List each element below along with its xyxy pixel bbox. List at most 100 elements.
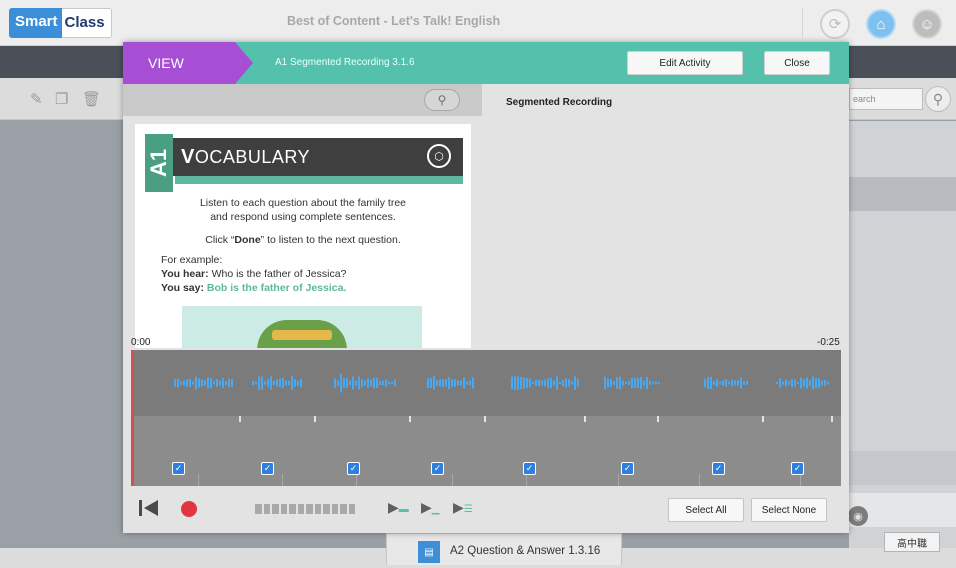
waveform-bar bbox=[794, 379, 796, 387]
pencil-icon[interactable]: ✎ bbox=[30, 90, 43, 108]
banner-stripe bbox=[175, 176, 463, 184]
wreath-ribbon bbox=[272, 330, 332, 340]
waveform-bar bbox=[737, 380, 739, 386]
background-circle-icon[interactable]: ◉ bbox=[848, 506, 868, 526]
waveform-bar bbox=[451, 379, 453, 387]
waveform-bar bbox=[818, 378, 820, 388]
bottom-activity-item[interactable]: ▤ A2 Question & Answer 1.3.16 bbox=[386, 533, 622, 565]
segment-checkbox[interactable]: ✓ bbox=[523, 462, 536, 475]
sync-icon[interactable]: ⟳ bbox=[820, 9, 850, 39]
waveform-bar bbox=[174, 379, 176, 387]
waveform-bar bbox=[574, 376, 576, 390]
waveform-bar bbox=[710, 376, 712, 390]
logo-class-text: Class bbox=[61, 8, 112, 38]
copy-icon[interactable]: ❐ bbox=[55, 90, 68, 108]
instruction-line: and respond using complete sentences. bbox=[210, 211, 396, 223]
waveform-bar bbox=[652, 381, 654, 385]
family-tree-image bbox=[182, 306, 422, 348]
waveform-bar bbox=[201, 379, 203, 387]
view-mode-tab[interactable]: VIEW bbox=[123, 42, 253, 84]
segment-boundary-tick[interactable] bbox=[762, 416, 764, 422]
select-all-button[interactable]: Select All bbox=[668, 498, 744, 522]
segment-boundary-tick[interactable] bbox=[831, 416, 833, 422]
edit-activity-button[interactable]: Edit Activity bbox=[627, 51, 743, 75]
user-icon[interactable]: ☺ bbox=[912, 9, 942, 39]
segment-boundary-tick[interactable] bbox=[409, 416, 411, 422]
waveform-bar bbox=[463, 377, 465, 389]
segment-checkbox[interactable]: ✓ bbox=[261, 462, 274, 475]
waveform-bar bbox=[198, 378, 200, 388]
zoom-icon[interactable]: ⚲ bbox=[424, 89, 460, 111]
waveform-bar bbox=[628, 381, 630, 385]
segment-boundary-tick[interactable] bbox=[314, 416, 316, 422]
waveform-bar bbox=[225, 381, 227, 385]
waveform-bar bbox=[788, 381, 790, 385]
say-label: You say: bbox=[161, 282, 204, 294]
waveform-bar bbox=[541, 380, 543, 386]
segment-track: ✓ ✓ ✓ ✓ ✓ ✓ ✓ ✓ bbox=[131, 416, 841, 486]
segment-checkbox[interactable]: ✓ bbox=[172, 462, 185, 475]
ime-indicator[interactable]: 高中職 bbox=[884, 532, 940, 552]
activity-thumbnail-icon: ▤ bbox=[418, 541, 440, 563]
waveform-bar bbox=[734, 380, 736, 386]
play-segment-icon[interactable]: ▶▬ bbox=[388, 499, 409, 516]
waveform-bar bbox=[270, 376, 272, 390]
waveform-bar bbox=[349, 381, 351, 385]
waveform-bar bbox=[640, 376, 642, 390]
segment-checkbox[interactable]: ✓ bbox=[347, 462, 360, 475]
close-button[interactable]: Close bbox=[764, 51, 830, 75]
waveform-bar bbox=[430, 378, 432, 388]
level-meter bbox=[255, 504, 355, 514]
waveform-bar bbox=[439, 379, 441, 387]
trash-icon[interactable]: 🗑 bbox=[82, 90, 101, 108]
activity-name: A1 Segmented Recording 3.1.6 bbox=[275, 57, 415, 68]
skip-to-start-icon[interactable] bbox=[139, 499, 159, 517]
segment-checkbox[interactable]: ✓ bbox=[712, 462, 725, 475]
waveform-bar bbox=[824, 379, 826, 387]
background-search-input[interactable]: earch bbox=[849, 88, 923, 110]
segment-separator bbox=[282, 474, 283, 486]
waveform-bar bbox=[646, 377, 648, 389]
select-none-button[interactable]: Select None bbox=[751, 498, 827, 522]
segment-separator bbox=[198, 474, 199, 486]
home-icon[interactable]: ⌂ bbox=[866, 9, 896, 39]
waveform-bar bbox=[391, 381, 393, 385]
waveform-bar bbox=[204, 380, 206, 386]
document-toolbar: ⚲ bbox=[123, 84, 482, 116]
search-icon[interactable]: ⚲ bbox=[925, 86, 951, 112]
document-preview: A1 VOCABULARY ⬡ Listen to each question … bbox=[135, 124, 471, 348]
segment-separator bbox=[800, 474, 801, 486]
waveform-bar bbox=[352, 376, 354, 390]
segment-boundary-tick[interactable] bbox=[657, 416, 659, 422]
waveform-bar bbox=[785, 379, 787, 387]
play-all-icon[interactable]: ▶☰ bbox=[453, 499, 473, 516]
segment-checkbox[interactable]: ✓ bbox=[791, 462, 804, 475]
say-text: Bob is the father of Jessica. bbox=[203, 282, 347, 294]
record-button[interactable] bbox=[181, 501, 197, 517]
background-list-row bbox=[849, 451, 956, 485]
segment-checkbox[interactable]: ✓ bbox=[431, 462, 444, 475]
waveform-bar bbox=[180, 381, 182, 385]
waveform-bar bbox=[607, 378, 609, 388]
waveform-bar bbox=[631, 377, 633, 389]
waveform-bar bbox=[806, 377, 808, 389]
waveform-bar bbox=[740, 377, 742, 389]
waveform-track[interactable] bbox=[131, 350, 841, 416]
segment-separator bbox=[452, 474, 453, 486]
segment-boundary-tick[interactable] bbox=[484, 416, 486, 422]
waveform-bar bbox=[334, 378, 336, 388]
panel-title: Segmented Recording bbox=[506, 97, 613, 108]
waveform-bar bbox=[803, 379, 805, 387]
segment-boundary-tick[interactable] bbox=[584, 416, 586, 422]
segment-boundary-tick[interactable] bbox=[239, 416, 241, 422]
waveform-bar bbox=[550, 377, 552, 389]
waveform-bar bbox=[346, 378, 348, 388]
example-hear: You hear: Who is the father of Jessica? bbox=[161, 268, 346, 280]
segment-checkbox[interactable]: ✓ bbox=[621, 462, 634, 475]
waveform-bar bbox=[571, 381, 573, 385]
waveform-bar bbox=[547, 377, 549, 389]
waveform-bar bbox=[228, 378, 230, 388]
play-next-icon[interactable]: ▶▁ bbox=[421, 499, 439, 516]
waveform-bar bbox=[364, 380, 366, 386]
waveform-bar bbox=[343, 378, 345, 388]
